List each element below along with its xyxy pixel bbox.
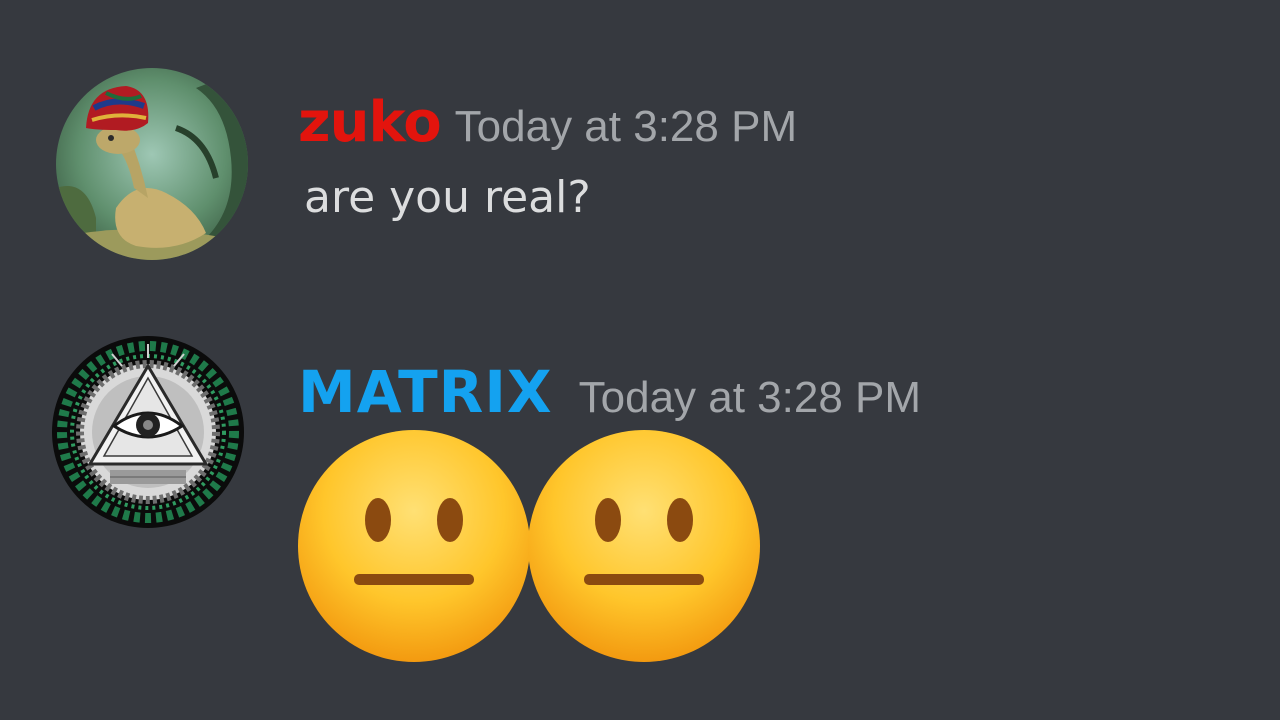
emoji-message <box>296 428 776 668</box>
all-seeing-eye-pyramid-avatar-icon <box>52 336 244 528</box>
message-header: zuko Today at 3:28 PM <box>298 90 797 155</box>
message: zuko Today at 3:28 PM are you real? <box>0 68 1280 268</box>
neutral-face-emoji-icon[interactable] <box>526 428 762 664</box>
message-header: MATRIX Today at 3:28 PM <box>298 358 921 426</box>
message: MATRIX Today at 3:28 PM <box>0 336 1280 676</box>
user-avatar[interactable] <box>52 336 244 528</box>
message-text: are you real? <box>304 172 591 223</box>
turban-creature-avatar-icon <box>56 68 248 260</box>
chat-messages: zuko Today at 3:28 PM are you real? MATR… <box>0 0 1280 720</box>
user-avatar[interactable] <box>56 68 248 260</box>
timestamp: Today at 3:28 PM <box>454 102 798 151</box>
username[interactable]: MATRIX <box>298 358 553 426</box>
timestamp: Today at 3:28 PM <box>578 373 922 422</box>
neutral-face-emoji-icon[interactable] <box>296 428 532 664</box>
username[interactable]: zuko <box>298 90 442 155</box>
